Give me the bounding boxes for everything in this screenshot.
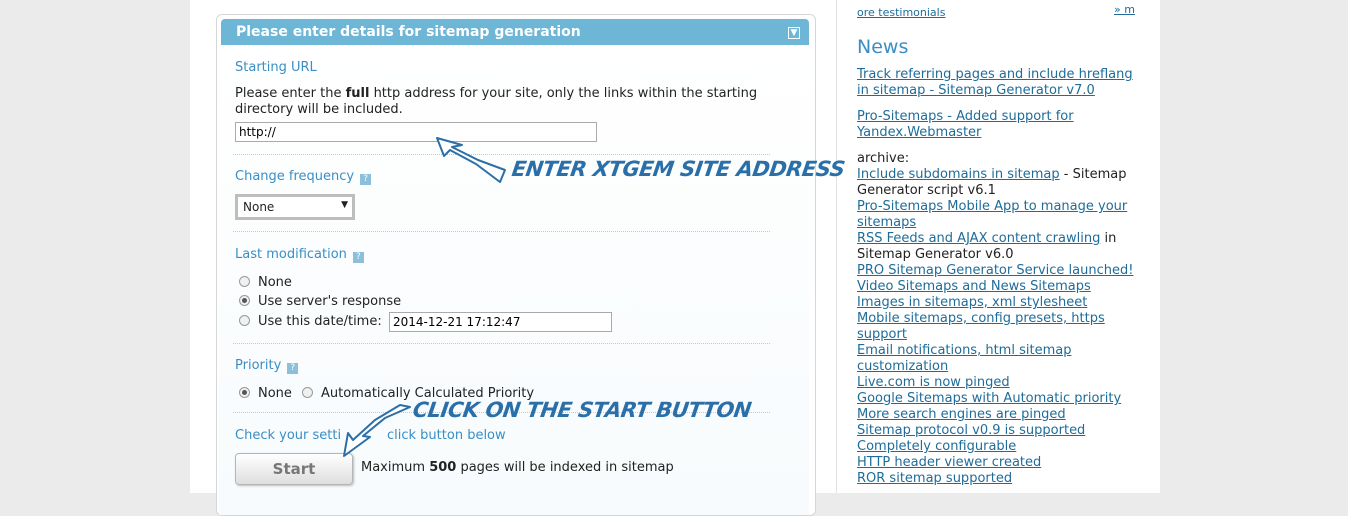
radio-label: None	[258, 386, 292, 401]
lastmod-option-none[interactable]: None	[239, 275, 292, 291]
news-item: Track referring pages and include hrefla…	[857, 67, 1137, 99]
panel-header: Please enter details for sitemap generat…	[221, 19, 809, 45]
lastmod-option-server[interactable]: Use server's response	[239, 294, 401, 310]
archive-item: Sitemap protocol v0.9 is supported	[857, 423, 1137, 439]
priority-title: Priority?	[235, 358, 299, 374]
archive-link[interactable]: HTTP header viewer created	[857, 455, 1041, 470]
select-value: None	[243, 200, 275, 214]
max-text: Maximum	[361, 460, 430, 475]
starting-url-title: Starting URL	[235, 60, 317, 75]
archive-link[interactable]: ROR sitemap supported	[857, 471, 1012, 486]
column-divider	[836, 0, 837, 493]
start-button[interactable]: Start	[235, 453, 353, 485]
help-icon[interactable]: ?	[287, 363, 299, 374]
change-frequency-select[interactable]: None ▼	[235, 194, 355, 220]
archive-link[interactable]: RSS Feeds and AJAX content crawling	[857, 231, 1100, 246]
section-divider	[233, 231, 770, 232]
help-icon[interactable]: ?	[360, 174, 372, 185]
archive-item: Email notifications, html sitemap custom…	[857, 343, 1137, 375]
change-frequency-label: Change frequency	[235, 169, 355, 184]
news-item: Pro-Sitemaps - Added support for Yandex.…	[857, 109, 1137, 141]
radio-label: Use this date/time:	[258, 314, 382, 329]
starting-url-input[interactable]	[235, 122, 597, 142]
desc-text: Please enter the	[235, 86, 346, 101]
radio-button[interactable]	[239, 276, 250, 287]
archive-item: Images in sitemaps, xml stylesheet	[857, 295, 1137, 311]
radio-button[interactable]	[239, 295, 250, 306]
radio-button[interactable]	[239, 387, 250, 398]
check-settings-title: Check your setti	[235, 428, 342, 443]
starting-url-description: Please enter the full http address for y…	[235, 86, 775, 118]
more-link[interactable]: » m	[1114, 3, 1135, 16]
archive-item: RSS Feeds and AJAX content crawling in S…	[857, 231, 1137, 263]
change-frequency-title: Change frequency?	[235, 169, 372, 185]
max-text-rest: pages will be indexed in sitemap	[456, 460, 674, 475]
archive-link[interactable]: Mobile sitemaps, config presets, https s…	[857, 311, 1105, 342]
archive-label: archive:	[857, 151, 910, 166]
archive-item: Include subdomains in sitemap - Sitemap …	[857, 167, 1137, 199]
archive-link[interactable]: Video Sitemaps and News Sitemaps	[857, 279, 1091, 294]
archive-item: Mobile sitemaps, config presets, https s…	[857, 311, 1137, 343]
priority-label: Priority	[235, 358, 282, 373]
annotation-enter-site: Enter XTGEM Site Address	[510, 157, 847, 181]
archive-link[interactable]: Live.com is now pinged	[857, 375, 1010, 390]
archive-item: HTTP header viewer created	[857, 455, 1137, 471]
archive-item: More search engines are pinged	[857, 407, 1137, 423]
max-pages-note: Maximum 500 pages will be indexed in sit…	[361, 460, 674, 475]
archive-link[interactable]: Google Sitemaps with Automatic priority	[857, 391, 1121, 406]
help-icon[interactable]: ?	[352, 252, 364, 263]
archive-link[interactable]: Email notifications, html sitemap custom…	[857, 343, 1071, 374]
radio-button[interactable]	[302, 387, 313, 398]
archive-link[interactable]: More search engines are pinged	[857, 407, 1066, 422]
radio-label: None	[258, 275, 292, 290]
news-title: News	[857, 36, 909, 58]
archive-item: Video Sitemaps and News Sitemaps	[857, 279, 1137, 295]
arrow-down-icon[interactable]: ▼	[788, 27, 800, 39]
lastmod-date-input[interactable]	[389, 312, 612, 332]
news-list: Track referring pages and include hrefla…	[857, 67, 1137, 487]
radio-button[interactable]	[239, 315, 250, 326]
news-link[interactable]: Pro-Sitemaps - Added support for Yandex.…	[857, 109, 1074, 140]
check-settings-title-rest: click button below	[387, 428, 506, 443]
archive-item: ROR sitemap supported	[857, 471, 1137, 487]
testimonials-link[interactable]: ore testimonials	[857, 6, 945, 19]
archive-link[interactable]: Sitemap protocol v0.9 is supported	[857, 423, 1085, 438]
archive-link[interactable]: Completely configurable	[857, 439, 1016, 454]
archive-item: Google Sitemaps with Automatic priority	[857, 391, 1137, 407]
section-divider	[233, 343, 770, 344]
priority-option-none[interactable]: None	[239, 386, 292, 402]
dropdown-arrow-icon: ▼	[341, 200, 348, 210]
max-pages-value: 500	[429, 460, 457, 475]
archive-item: Live.com is now pinged	[857, 375, 1137, 391]
annotation-click-start: Click on the Start Button	[411, 398, 753, 422]
archive-item: Pro-Sitemaps Mobile App to manage your s…	[857, 199, 1137, 231]
desc-bold: full	[345, 86, 370, 101]
archive-link[interactable]: Images in sitemaps, xml stylesheet	[857, 295, 1087, 310]
radio-label: Use server's response	[258, 294, 402, 309]
archive-link[interactable]: PRO Sitemap Generator Service launched!	[857, 263, 1133, 278]
archive-item: Completely configurable	[857, 439, 1137, 455]
last-modification-title: Last modification?	[235, 247, 364, 263]
archive-link[interactable]: Pro-Sitemaps Mobile App to manage your s…	[857, 199, 1127, 230]
lastmod-option-date[interactable]: Use this date/time:	[239, 314, 382, 330]
section-divider	[233, 154, 770, 155]
panel-title: Please enter details for sitemap generat…	[236, 24, 581, 40]
last-modification-label: Last modification	[235, 247, 347, 262]
archive-link[interactable]: Include subdomains in sitemap	[857, 167, 1060, 182]
news-link[interactable]: Track referring pages and include hrefla…	[857, 67, 1133, 98]
archive-item: PRO Sitemap Generator Service launched!	[857, 263, 1137, 279]
